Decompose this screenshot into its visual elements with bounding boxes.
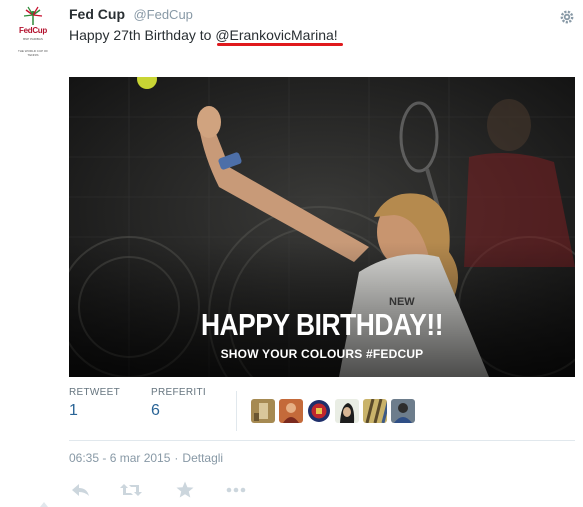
mention-link[interactable]: @ErankovicMarina <box>215 27 333 43</box>
gear-icon[interactable] <box>560 10 574 24</box>
tweet-stats: RETWEET 1 PREFERITI 6 <box>69 387 575 435</box>
tweet-photo[interactable]: NEW HAPPY BIRTHDAY!! SHOW YOUR COLOURS #… <box>69 77 575 377</box>
retweet-label: RETWEET <box>69 387 120 398</box>
favorites-count[interactable]: 6 <box>151 402 206 420</box>
stats-separator <box>69 440 575 441</box>
favorites-stat[interactable]: PREFERITI 6 <box>151 387 206 420</box>
tweet-text-lead: Happy 27th Birthday to <box>69 27 216 43</box>
caret-icon <box>40 502 48 507</box>
tweet-text: Happy 27th Birthday to @ErankovicMarina! <box>69 27 338 43</box>
tweet-card: FedCup BNP PARIBAS THE WORLD CUP OF TENN… <box>0 0 583 507</box>
user-avatar-1[interactable] <box>251 399 275 423</box>
tweet-text-tail: ! <box>333 27 338 43</box>
avatar-sponsor-text: BNP PARIBAS <box>23 37 43 41</box>
account-handle[interactable]: @FedCup <box>133 7 192 22</box>
user-avatar-2[interactable] <box>279 399 303 423</box>
photo-banner-title: HAPPY BIRTHDAY!! <box>200 307 444 342</box>
mention-highlight-underline <box>217 43 343 46</box>
user-avatar-5[interactable] <box>363 399 387 423</box>
details-link[interactable]: Dettagli <box>182 451 223 465</box>
avatar-tagline: THE WORLD CUP OF TENNIS <box>17 49 49 57</box>
favorites-label: PREFERITI <box>151 387 206 398</box>
account-name[interactable]: Fed Cup <box>69 6 125 22</box>
retweet-stat[interactable]: RETWEET 1 <box>69 387 120 420</box>
retweet-icon[interactable] <box>119 480 143 500</box>
avatar-logo-text: FedCup <box>19 26 47 35</box>
favorite-icon[interactable] <box>173 480 197 500</box>
meta-separator: · <box>174 451 179 465</box>
user-avatar-6[interactable] <box>391 399 415 423</box>
user-avatar-3[interactable] <box>307 399 331 423</box>
tweet-header: Fed Cup @FedCup <box>69 6 193 26</box>
fedcup-logo-icon <box>23 6 43 25</box>
more-icon[interactable] <box>224 480 248 500</box>
retweet-count[interactable]: 1 <box>69 402 120 420</box>
fedcup-avatar[interactable]: FedCup BNP PARIBAS THE WORLD CUP OF TENN… <box>12 6 52 58</box>
tweet-meta: 06:35 - 6 mar 2015 · Dettagli <box>69 451 223 465</box>
tweet-timestamp[interactable]: 06:35 - 6 mar 2015 <box>69 451 170 465</box>
reply-icon[interactable] <box>69 480 93 500</box>
stats-divider <box>236 391 237 431</box>
user-avatar-4[interactable] <box>335 399 359 423</box>
photo-banner-subtitle: SHOW YOUR COLOURS #FEDCUP <box>220 347 424 361</box>
